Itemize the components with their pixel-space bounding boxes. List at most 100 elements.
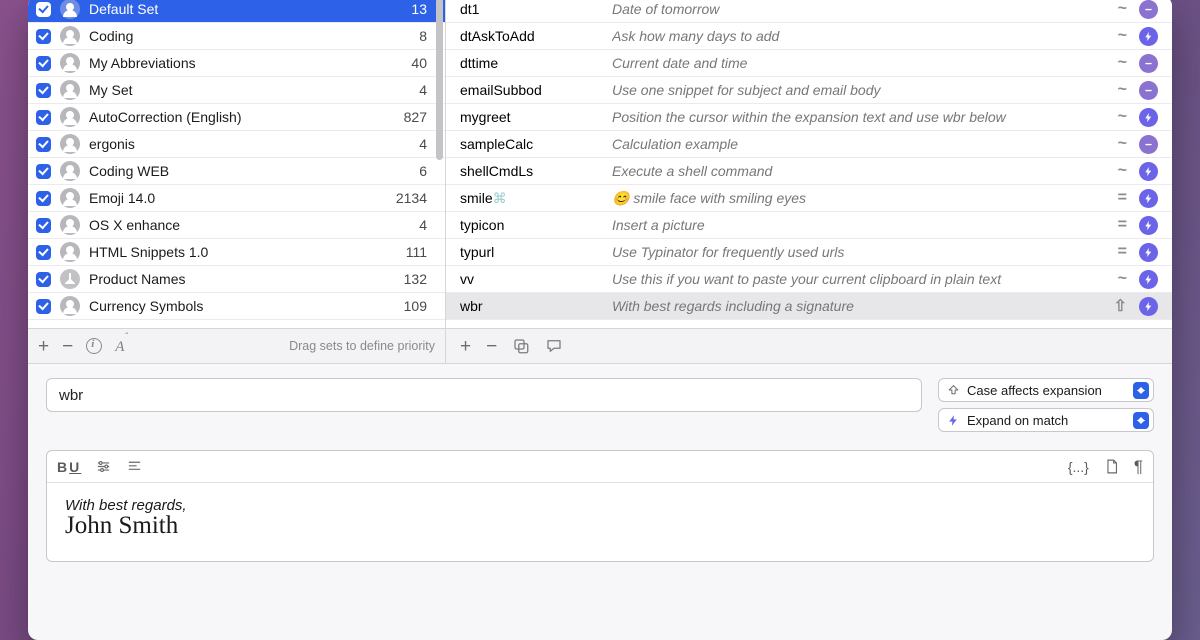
set-name: Currency Symbols	[89, 298, 395, 314]
snippet-description: Current date and time	[612, 55, 1106, 71]
text-badge-icon	[1139, 81, 1158, 100]
duplicate-snippet-button[interactable]	[512, 337, 530, 355]
person-icon	[60, 242, 80, 262]
set-count: 111	[406, 244, 435, 260]
set-row[interactable]: My Set4	[28, 77, 445, 104]
set-count: 40	[411, 55, 435, 71]
set-checkbox[interactable]	[36, 83, 51, 98]
shift-icon	[947, 384, 960, 397]
insert-file-button[interactable]	[1103, 458, 1120, 475]
match-mode-icon: ~	[1118, 0, 1127, 18]
set-checkbox[interactable]	[36, 218, 51, 233]
sliders-button[interactable]	[95, 458, 112, 475]
snippet-abbrev: sampleCalc	[460, 136, 600, 152]
bolt-badge-icon	[1139, 162, 1158, 181]
set-row[interactable]: Coding8	[28, 23, 445, 50]
snippet-abbrev: dtAskToAdd	[460, 28, 600, 44]
insert-placeholder-button[interactable]: {...}	[1068, 459, 1089, 475]
set-row[interactable]: Currency Symbols109	[28, 293, 445, 320]
app-window: Default Set13Coding8My Abbreviations40My…	[28, 0, 1172, 640]
info-button[interactable]	[86, 338, 102, 354]
snippet-description: 😊 smile face with smiling eyes	[612, 190, 1106, 207]
set-row[interactable]: HTML Snippets 1.0 111	[28, 239, 445, 266]
snippet-row[interactable]: shellCmdLsExecute a shell command~	[446, 158, 1172, 185]
set-checkbox[interactable]	[36, 272, 51, 287]
text-style-button[interactable]: Â	[115, 337, 124, 356]
snippet-row[interactable]: emailSubbodUse one snippet for subject a…	[446, 77, 1172, 104]
set-checkbox[interactable]	[36, 164, 51, 179]
set-checkbox[interactable]	[36, 29, 51, 44]
set-row[interactable]: ergonis4	[28, 131, 445, 158]
remove-snippet-button[interactable]: −	[486, 337, 497, 356]
snippet-description: Position the cursor within the expansion…	[612, 109, 1106, 125]
expansion-editor: BU {...} ¶ With best regards, John Smith	[46, 450, 1154, 562]
scrollbar[interactable]	[436, 0, 443, 160]
match-mode-icon: ~	[1118, 54, 1127, 72]
snippet-row[interactable]: typurlUse Typinator for frequently used …	[446, 239, 1172, 266]
expansion-textarea[interactable]: With best regards, John Smith	[47, 483, 1153, 561]
snippet-description: Date of tomorrow	[612, 1, 1106, 17]
bold-underline-button[interactable]: BU	[57, 459, 81, 475]
set-checkbox[interactable]	[36, 191, 51, 206]
snippet-description: With best regards including a signature	[612, 298, 1102, 314]
bolt-badge-icon	[1139, 27, 1158, 46]
set-name: OS X enhance	[89, 217, 410, 233]
snippet-row[interactable]: dttimeCurrent date and time~	[446, 50, 1172, 77]
snippet-row[interactable]: dtAskToAddAsk how many days to add~	[446, 23, 1172, 50]
add-set-button[interactable]: +	[38, 337, 49, 356]
add-snippet-button[interactable]: +	[460, 337, 471, 356]
set-list[interactable]: Default Set13Coding8My Abbreviations40My…	[28, 0, 445, 328]
snippet-abbrev: typicon	[460, 217, 600, 233]
case-mode-label: Case affects expansion	[967, 383, 1126, 398]
set-row[interactable]: OS X enhance4	[28, 212, 445, 239]
snippet-row[interactable]: wbrWith best regards including a signatu…	[446, 293, 1172, 320]
set-checkbox[interactable]	[36, 245, 51, 260]
person-icon	[60, 107, 80, 127]
person-icon	[60, 26, 80, 46]
set-count: 4	[419, 82, 435, 98]
snippet-row[interactable]: smile⌘😊 smile face with smiling eyes=	[446, 185, 1172, 212]
set-row[interactable]: Product Names132	[28, 266, 445, 293]
set-count: 2134	[396, 190, 435, 206]
bolt-icon	[947, 414, 960, 427]
text-badge-icon	[1139, 135, 1158, 154]
set-checkbox[interactable]	[36, 110, 51, 125]
person-icon	[60, 53, 80, 73]
set-row[interactable]: Emoji 14.02134	[28, 185, 445, 212]
snippet-row[interactable]: vvUse this if you want to paste your cur…	[446, 266, 1172, 293]
set-row[interactable]: Coding WEB6	[28, 158, 445, 185]
case-mode-popup[interactable]: Case affects expansion	[938, 378, 1154, 402]
show-invisibles-button[interactable]: ¶	[1134, 457, 1143, 477]
snippet-list[interactable]: dt1 Date of tomorrow ~ dtAskToAdd Ask how ma…	[446, 0, 1172, 328]
set-row[interactable]: My Abbreviations40	[28, 50, 445, 77]
set-checkbox[interactable]	[36, 2, 51, 17]
match-mode-icon: =	[1118, 216, 1127, 234]
snippet-description: Use Typinator for frequently used urls	[612, 244, 1106, 260]
editor-area: Case affects expansion Expand on match B…	[28, 364, 1172, 562]
snippet-abbrev: shellCmdLs	[460, 163, 600, 179]
set-name: HTML Snippets 1.0	[89, 244, 397, 260]
set-row[interactable]: Default Set13	[28, 0, 445, 23]
set-checkbox[interactable]	[36, 299, 51, 314]
snippet-abbrev: dt1	[460, 1, 600, 17]
snippet-row[interactable]: sampleCalcCalculation example~	[446, 131, 1172, 158]
bolt-badge-icon	[1139, 189, 1158, 208]
set-checkbox[interactable]	[36, 56, 51, 71]
match-mode-icon: ⇧	[1114, 296, 1127, 316]
set-row[interactable]: AutoCorrection (English)827	[28, 104, 445, 131]
snippet-row[interactable]: typiconInsert a picture=	[446, 212, 1172, 239]
snippet-row[interactable]: mygreetPosition the cursor within the ex…	[446, 104, 1172, 131]
abbreviation-input[interactable]	[46, 378, 922, 412]
set-name: Default Set	[89, 1, 402, 17]
snippet-description: Ask how many days to add	[612, 28, 1106, 44]
expand-mode-popup[interactable]: Expand on match	[938, 408, 1154, 432]
person-icon	[60, 296, 80, 316]
comment-button[interactable]	[545, 337, 563, 355]
person-icon	[60, 188, 80, 208]
expand-mode-label: Expand on match	[967, 413, 1126, 428]
set-checkbox[interactable]	[36, 137, 51, 152]
snippet-pane: dt1 Date of tomorrow ~ dtAskToAdd Ask how ma…	[446, 0, 1172, 363]
align-button[interactable]	[126, 458, 143, 475]
remove-set-button[interactable]: −	[62, 337, 73, 356]
snippet-row[interactable]: dt1 Date of tomorrow ~	[446, 0, 1172, 23]
